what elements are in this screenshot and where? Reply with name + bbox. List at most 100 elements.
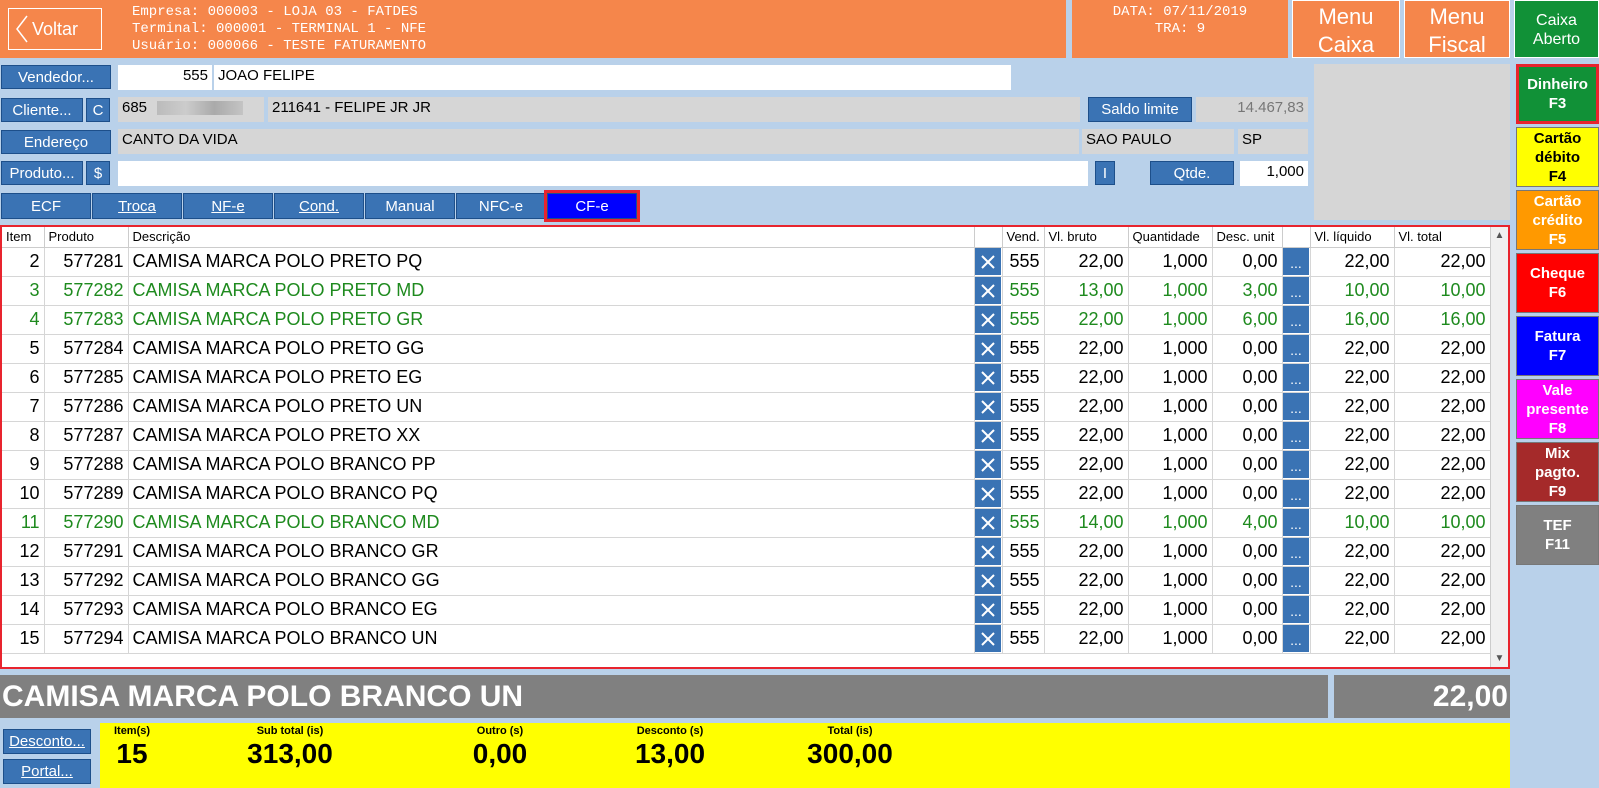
i-button[interactable]: I: [1095, 161, 1115, 185]
payment-button-5[interactable]: Fatura F7: [1516, 316, 1599, 376]
more-options-icon[interactable]: ...: [1283, 306, 1309, 333]
col-header-desc-unit[interactable]: Desc. unit: [1212, 227, 1283, 248]
payment-button-1[interactable]: Dinheiro F3: [1516, 64, 1599, 124]
col-header-vl-total[interactable]: Vl. total: [1394, 227, 1491, 248]
col-header-item[interactable]: Item: [2, 227, 45, 248]
qtde-button[interactable]: Qtde.: [1150, 161, 1234, 185]
tab-cfe[interactable]: CF-e: [544, 190, 640, 222]
endereco-field[interactable]: CANTO DA VIDA: [118, 129, 1079, 154]
more-options-icon[interactable]: ...: [1283, 596, 1309, 623]
col-header-produto[interactable]: Produto: [44, 227, 129, 248]
col-header-descricao[interactable]: Descrição: [128, 227, 975, 248]
table-row[interactable]: 5 577284 CAMISA MARCA POLO PRETO GG 555 22,0…: [2, 334, 1491, 364]
tab-nfe[interactable]: NF-e: [183, 193, 273, 219]
table-row[interactable]: 10 577289 CAMISA MARCA POLO BRANCO PQ 555 22…: [2, 479, 1491, 509]
cliente-c-button[interactable]: C: [86, 98, 110, 122]
tab-troca[interactable]: Troca: [92, 193, 182, 219]
table-row[interactable]: 8 577287 CAMISA MARCA POLO PRETO XX 555 22,0…: [2, 421, 1491, 451]
payment-button-7[interactable]: Mix pagto. F9: [1516, 442, 1599, 502]
remove-item-icon[interactable]: [975, 480, 1001, 507]
cidade-field[interactable]: SAO PAULO: [1082, 129, 1234, 154]
more-options-icon[interactable]: ...: [1283, 451, 1309, 478]
remove-item-icon[interactable]: [975, 596, 1001, 623]
table-row[interactable]: 7 577286 CAMISA MARCA POLO PRETO UN 555 22,0…: [2, 392, 1491, 422]
more-options-icon[interactable]: ...: [1283, 509, 1309, 536]
table-row[interactable]: 2 577281 CAMISA MARCA POLO PRETO PQ 555 22,0…: [2, 247, 1491, 277]
remove-item-icon[interactable]: [975, 393, 1001, 420]
payment-button-6[interactable]: Vale presente F8: [1516, 379, 1599, 439]
remove-item-icon[interactable]: [975, 248, 1001, 275]
produto-input[interactable]: [118, 161, 1088, 186]
tab-manual[interactable]: Manual: [365, 193, 455, 219]
menu-caixa-button[interactable]: Menu Caixa: [1292, 0, 1400, 58]
payment-label-line: F8: [1548, 419, 1567, 437]
saldo-limite-button[interactable]: Saldo limite: [1088, 97, 1192, 122]
table-row[interactable]: 12 577291 CAMISA MARCA POLO BRANCO GR 555 22…: [2, 537, 1491, 567]
more-options-icon[interactable]: ...: [1283, 277, 1309, 304]
back-button[interactable]: Voltar: [8, 8, 102, 50]
more-options-icon[interactable]: ...: [1283, 480, 1309, 507]
table-row[interactable]: 9 577288 CAMISA MARCA POLO BRANCO PP 555 22,…: [2, 450, 1491, 480]
vendedor-code-field[interactable]: 555: [118, 65, 212, 90]
vertical-scrollbar[interactable]: ▲ ▼: [1490, 227, 1508, 667]
tab-ecf[interactable]: ECF: [1, 193, 91, 219]
vendedor-button[interactable]: Vendedor...: [1, 65, 111, 89]
vendedor-name-field[interactable]: JOAO FELIPE: [214, 65, 1011, 90]
remove-item-icon[interactable]: [975, 277, 1001, 304]
remove-item-icon[interactable]: [975, 538, 1001, 565]
remove-item-icon[interactable]: [975, 306, 1001, 333]
cell-vl-bruto: 22,00: [1044, 624, 1129, 654]
cell-desc-unit: 4,00: [1212, 508, 1283, 538]
remove-item-icon[interactable]: [975, 625, 1001, 652]
more-options-icon[interactable]: ...: [1283, 335, 1309, 362]
col-header-quantidade[interactable]: Quantidade: [1128, 227, 1213, 248]
cliente-button[interactable]: Cliente...: [1, 98, 83, 122]
payment-button-2[interactable]: Cartão débito F4: [1516, 127, 1599, 187]
cliente-name-field[interactable]: 211641 - FELIPE JR JR: [268, 97, 1080, 122]
remove-item-icon[interactable]: [975, 451, 1001, 478]
more-options-icon[interactable]: ...: [1283, 364, 1309, 391]
table-row[interactable]: 4 577283 CAMISA MARCA POLO PRETO GR 555 22,0…: [2, 305, 1491, 335]
more-options-icon[interactable]: ...: [1283, 248, 1309, 275]
portal-button[interactable]: Portal...: [3, 759, 91, 784]
itens-label: Item(s): [113, 725, 151, 737]
payment-label: Cheque F6: [1530, 264, 1585, 302]
uf-field[interactable]: SP: [1238, 129, 1308, 154]
scroll-up-icon[interactable]: ▲: [1491, 227, 1508, 244]
remove-item-icon[interactable]: [975, 567, 1001, 594]
remove-item-icon[interactable]: [975, 335, 1001, 362]
scroll-down-icon[interactable]: ▼: [1491, 650, 1508, 667]
endereco-button[interactable]: Endereço: [1, 130, 111, 154]
more-options-icon[interactable]: ...: [1283, 538, 1309, 565]
qtde-field[interactable]: 1,000: [1240, 161, 1308, 186]
col-header-vend[interactable]: Vend.: [1002, 227, 1045, 248]
payment-button-8[interactable]: TEF F11: [1516, 505, 1599, 565]
col-header-vl-bruto[interactable]: Vl. bruto: [1044, 227, 1129, 248]
table-row[interactable]: 11 577290 CAMISA MARCA POLO BRANCO MD 555 14…: [2, 508, 1491, 538]
more-options-icon[interactable]: ...: [1283, 393, 1309, 420]
table-row[interactable]: 3 577282 CAMISA MARCA POLO PRETO MD 555 13,0…: [2, 276, 1491, 306]
more-options-icon[interactable]: ...: [1283, 625, 1309, 652]
cell-produto: 577284: [44, 334, 129, 364]
table-row[interactable]: 6 577285 CAMISA MARCA POLO PRETO EG 555 22,0…: [2, 363, 1491, 393]
produto-dollar-button[interactable]: $: [86, 161, 110, 185]
cell-produto: 577287: [44, 421, 129, 451]
table-row[interactable]: 14 577293 CAMISA MARCA POLO BRANCO EG 555 22…: [2, 595, 1491, 625]
table-row[interactable]: 13 577292 CAMISA MARCA POLO BRANCO GG 555 22…: [2, 566, 1491, 596]
remove-item-icon[interactable]: [975, 364, 1001, 391]
table-row[interactable]: 15 577294 CAMISA MARCA POLO BRANCO UN 555 22…: [2, 624, 1491, 654]
produto-button[interactable]: Produto...: [1, 161, 83, 185]
tab-nfce[interactable]: NFC-e: [456, 193, 546, 219]
desconto-button[interactable]: Desconto...: [3, 729, 91, 754]
menu-fiscal-button[interactable]: Menu Fiscal: [1404, 0, 1510, 58]
header-info: Empresa: 000003 - LOJA 03 - FATDES Termi…: [132, 4, 426, 55]
payment-button-4[interactable]: Cheque F6: [1516, 253, 1599, 313]
remove-item-icon[interactable]: [975, 422, 1001, 449]
remove-item-icon[interactable]: [975, 509, 1001, 536]
more-options-icon[interactable]: ...: [1283, 567, 1309, 594]
col-header-vl-liquido[interactable]: Vl. líquido: [1310, 227, 1395, 248]
cliente-code-field[interactable]: 685: [118, 97, 264, 122]
more-options-icon[interactable]: ...: [1283, 422, 1309, 449]
payment-button-3[interactable]: Cartão crédito F5: [1516, 190, 1599, 250]
tab-cond[interactable]: Cond.: [274, 193, 364, 219]
